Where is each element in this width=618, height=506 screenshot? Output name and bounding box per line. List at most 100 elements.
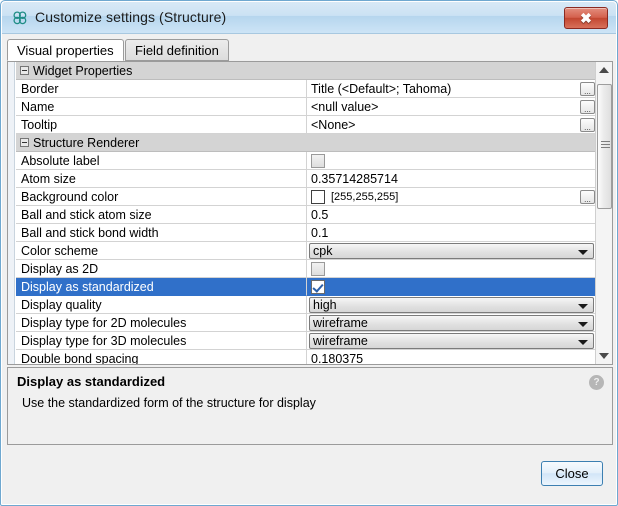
- tab-field-definition-label: Field definition: [135, 43, 219, 58]
- collapse-toggle-icon[interactable]: [20, 138, 29, 147]
- description-panel: Display as standardized Use the standard…: [7, 367, 613, 445]
- chevron-down-icon: [578, 250, 588, 255]
- property-name-label: Double bond spacing: [21, 352, 138, 365]
- property-name-cell: Absolute label: [16, 152, 306, 170]
- property-group-row[interactable]: Widget Properties: [8, 62, 597, 80]
- property-row[interactable]: Atom size 0.35714285714: [8, 170, 597, 188]
- property-row[interactable]: Absolute label: [8, 152, 597, 170]
- table-scrollbar[interactable]: [595, 62, 612, 364]
- property-combobox[interactable]: wireframe: [309, 333, 594, 349]
- property-row[interactable]: Background color [255,255,255]...: [8, 188, 597, 206]
- description-title: Display as standardized: [17, 374, 165, 389]
- color-swatch[interactable]: [311, 190, 325, 204]
- property-name-cell: Color scheme: [16, 242, 306, 260]
- tab-visual-properties-label: Visual properties: [17, 43, 114, 58]
- window-close-button[interactable]: ✖: [564, 7, 608, 29]
- property-row[interactable]: Display type for 2D molecules wireframe: [8, 314, 597, 332]
- property-name-cell: Name: [16, 98, 306, 116]
- property-value-cell[interactable]: [306, 152, 597, 170]
- property-value-cell[interactable]: high: [306, 296, 597, 314]
- collapse-toggle-icon[interactable]: [20, 66, 29, 75]
- ellipsis-button[interactable]: ...: [580, 82, 595, 96]
- tab-field-definition[interactable]: Field definition: [125, 39, 229, 61]
- property-name-cell: Double bond spacing: [16, 350, 306, 364]
- scrollbar-up-arrow[interactable]: [596, 62, 612, 78]
- property-name-cell: Display as standardized: [16, 278, 306, 296]
- property-name-label: Ball and stick bond width: [21, 226, 159, 240]
- molecule-icon: [11, 9, 29, 27]
- property-name-label: Background color: [21, 190, 118, 204]
- property-value-cell[interactable]: 0.5: [306, 206, 597, 224]
- title-bar: Customize settings (Structure) ✖: [2, 2, 616, 34]
- dialog-button-bar: Close: [7, 447, 613, 499]
- checkbox-unchecked[interactable]: [311, 154, 325, 168]
- property-name-label: Display type for 2D molecules: [21, 316, 186, 330]
- property-row[interactable]: Ball and stick atom size 0.5: [8, 206, 597, 224]
- chevron-down-icon: [599, 353, 609, 359]
- property-name-label: Display type for 3D molecules: [21, 334, 186, 348]
- property-row[interactable]: Double bond spacing 0.180375: [8, 350, 597, 364]
- property-group-row[interactable]: Structure Renderer: [8, 134, 597, 152]
- property-name-label: Ball and stick atom size: [21, 208, 152, 222]
- property-row[interactable]: Ball and stick bond width 0.1: [8, 224, 597, 242]
- property-value-cell[interactable]: cpk: [306, 242, 597, 260]
- checkbox-unchecked[interactable]: [311, 262, 325, 276]
- property-combobox[interactable]: wireframe: [309, 315, 594, 331]
- property-combobox[interactable]: high: [309, 297, 594, 313]
- chevron-up-icon: [599, 67, 609, 73]
- property-value-cell: [306, 62, 597, 80]
- ellipsis-button[interactable]: ...: [580, 100, 595, 114]
- property-value-cell[interactable]: Title (<Default>; Tahoma)...: [306, 80, 597, 98]
- property-value-cell[interactable]: <None>...: [306, 116, 597, 134]
- property-name-cell: Widget Properties: [16, 62, 306, 80]
- close-icon: ✖: [565, 8, 607, 28]
- help-icon[interactable]: ?: [589, 375, 604, 390]
- property-name-cell: Display type for 3D molecules: [16, 332, 306, 350]
- property-row[interactable]: Display qualityhigh: [8, 296, 597, 314]
- window-title: Customize settings (Structure): [35, 9, 226, 25]
- property-name-label: Atom size: [21, 172, 76, 186]
- properties-table-body: Widget Properties BorderTitle (<Default>;…: [8, 62, 597, 364]
- property-value-label: 0.180375: [311, 352, 363, 365]
- property-value-cell[interactable]: wireframe: [306, 332, 597, 350]
- property-value-cell[interactable]: 0.35714285714: [306, 170, 597, 188]
- property-name-label: Display as 2D: [21, 262, 98, 276]
- property-row[interactable]: Color scheme cpk: [8, 242, 597, 260]
- property-name-label: Widget Properties: [33, 64, 132, 78]
- property-value-label: <None>: [311, 118, 355, 132]
- chevron-down-icon: [578, 322, 588, 327]
- scrollbar-thumb[interactable]: [597, 84, 612, 209]
- ellipsis-button[interactable]: ...: [580, 118, 595, 132]
- property-row[interactable]: Display as 2D: [8, 260, 597, 278]
- property-value-cell[interactable]: [306, 278, 597, 296]
- property-row[interactable]: Display as standardized: [8, 278, 597, 296]
- property-row[interactable]: Tooltip<None>...: [8, 116, 597, 134]
- property-name-label: Display as standardized: [21, 280, 154, 294]
- property-name-cell: Atom size: [16, 170, 306, 188]
- scrollbar-down-arrow[interactable]: [596, 348, 612, 364]
- property-value-label: 0.35714285714: [311, 172, 398, 186]
- properties-table: Widget Properties BorderTitle (<Default>;…: [7, 61, 613, 365]
- ellipsis-button[interactable]: ...: [580, 190, 595, 204]
- property-value-label: Title (<Default>; Tahoma): [311, 82, 451, 96]
- property-row[interactable]: BorderTitle (<Default>; Tahoma)...: [8, 80, 597, 98]
- property-value-cell[interactable]: wireframe: [306, 314, 597, 332]
- property-value-cell[interactable]: 0.180375: [306, 350, 597, 364]
- property-value-cell[interactable]: <null value>...: [306, 98, 597, 116]
- property-combobox[interactable]: cpk: [309, 243, 594, 259]
- property-value-cell[interactable]: [306, 260, 597, 278]
- property-name-cell: Display as 2D: [16, 260, 306, 278]
- close-button[interactable]: Close: [541, 461, 603, 486]
- property-row[interactable]: Display type for 3D molecules wireframe: [8, 332, 597, 350]
- property-row[interactable]: Name<null value>...: [8, 98, 597, 116]
- scrollbar-grip-icon: [601, 141, 610, 148]
- property-value-cell[interactable]: [255,255,255]...: [306, 188, 597, 206]
- tab-visual-properties[interactable]: Visual properties: [7, 39, 124, 61]
- property-name-label: Color scheme: [21, 244, 98, 258]
- combobox-value: cpk: [313, 244, 332, 258]
- property-value-cell: [306, 134, 597, 152]
- property-value-cell[interactable]: 0.1: [306, 224, 597, 242]
- checkbox-checked[interactable]: [311, 280, 325, 294]
- tab-strip: Visual properties Field definition: [7, 39, 613, 61]
- property-name-cell: Display type for 2D molecules: [16, 314, 306, 332]
